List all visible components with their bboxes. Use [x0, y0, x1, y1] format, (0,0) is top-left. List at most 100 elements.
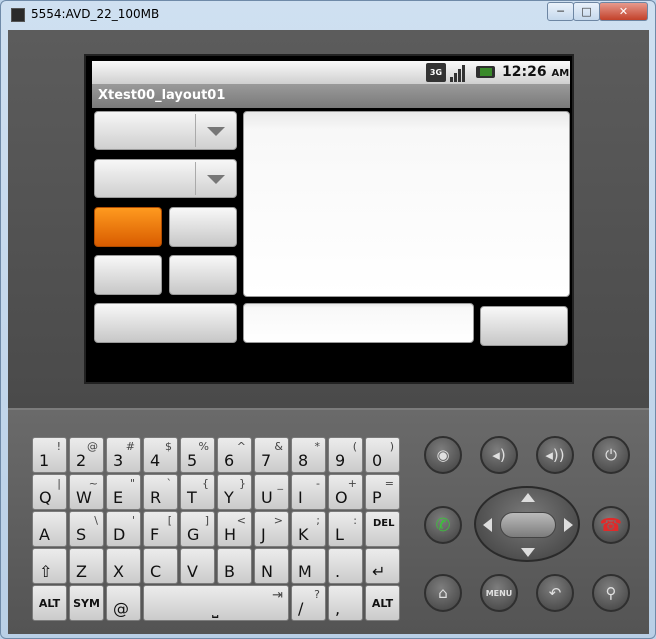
key-row3-4[interactable]: G] [180, 511, 215, 547]
key-row2-6[interactable]: U _ [254, 474, 289, 510]
key-row1-8[interactable]: 9( [328, 437, 363, 473]
key-row1-1[interactable]: 2 @ [69, 437, 104, 473]
key-row4-1[interactable]: Z [69, 548, 104, 584]
dropdown-arrow-icon [207, 175, 225, 184]
key-row3-9[interactable]: DEL [365, 511, 400, 547]
button-4[interactable] [169, 255, 237, 295]
dpad[interactable] [474, 486, 580, 562]
device-screen-area: 3G 12:26 AM Xtest00_layout01 [8, 30, 649, 408]
back-button[interactable]: ↶ [536, 574, 574, 612]
dpad-up-icon[interactable] [521, 493, 535, 502]
key-main-label: B [224, 562, 235, 581]
key-row2-7[interactable]: I- [291, 474, 326, 510]
key-alt-label: $ [165, 440, 172, 453]
multiline-text-field[interactable] [243, 111, 570, 297]
call-button[interactable]: ✆ [424, 506, 462, 544]
app-content [92, 108, 570, 380]
key-row4-6[interactable]: N [254, 548, 289, 584]
camera-button[interactable]: ◉ [424, 436, 462, 474]
comma-key-label: , [335, 599, 341, 618]
key-main-label: D [113, 525, 126, 544]
key-row3-1[interactable]: S \ [69, 511, 104, 547]
key-row3-0[interactable]: A [32, 511, 67, 547]
key-row3-5[interactable]: H < [217, 511, 252, 547]
menu-button[interactable]: MENU [480, 574, 518, 612]
space-key[interactable]: ⎵ ⇥ [143, 585, 289, 621]
button-3[interactable] [94, 255, 162, 295]
key-alt-label: @ [87, 440, 98, 453]
status-bar: 3G 12:26 AM [92, 61, 570, 84]
key-alt-label: ~ [88, 477, 98, 490]
dpad-center-button[interactable] [500, 512, 556, 538]
dpad-left-icon[interactable] [483, 518, 492, 532]
key-row3-8[interactable]: L: [328, 511, 363, 547]
key-row3-6[interactable]: J > [254, 511, 289, 547]
key-row2-5[interactable]: Y} [217, 474, 252, 510]
key-row4-0[interactable]: ⇧ [32, 548, 67, 584]
close-button[interactable]: ✕ [599, 2, 648, 21]
key-row3-2[interactable]: D ' [106, 511, 141, 547]
slash-key[interactable]: /? [291, 585, 326, 621]
text-input[interactable] [243, 303, 474, 343]
button-focused[interactable] [94, 207, 162, 247]
key-row2-2[interactable]: E " [106, 474, 141, 510]
key-row4-8[interactable]: . [328, 548, 363, 584]
search-button[interactable]: ⚲ [592, 574, 630, 612]
key-row2-4[interactable]: T{ [180, 474, 215, 510]
key-alt-label: ! [56, 440, 61, 453]
key-row4-9[interactable]: ↵ [365, 548, 400, 584]
key-row1-6[interactable]: 7 & [254, 437, 289, 473]
sym-key[interactable]: SYM [69, 585, 104, 621]
menu-label: MENU [485, 588, 513, 598]
volume-up-button[interactable]: ◂)) [536, 436, 574, 474]
key-row4-5[interactable]: B [217, 548, 252, 584]
alt-right-key-label: ALT [371, 597, 394, 610]
end-call-icon: ☎ [599, 514, 623, 536]
key-row2-3[interactable]: R ` [143, 474, 178, 510]
key-row4-3[interactable]: C [143, 548, 178, 584]
power-button[interactable]: ⏻ [592, 436, 630, 474]
maximize-button[interactable]: □ [573, 2, 600, 21]
key-row1-2[interactable]: 3 # [106, 437, 141, 473]
volume-down-icon: ◂) [492, 446, 506, 464]
key-alt-label: + [347, 477, 357, 490]
at-key[interactable]: @ [106, 585, 141, 621]
spinner-1[interactable] [94, 111, 237, 150]
key-row1-4[interactable]: 5% [180, 437, 215, 473]
comma-key[interactable]: , [328, 585, 363, 621]
key-row1-0[interactable]: 1! [32, 437, 67, 473]
key-row2-1[interactable]: W ~ [69, 474, 104, 510]
key-row4-4[interactable]: V [180, 548, 215, 584]
app-title: Xtest00_layout01 [98, 88, 226, 103]
key-row2-0[interactable]: Q | [32, 474, 67, 510]
minimize-button[interactable]: ─ [547, 2, 574, 21]
key-row4-7[interactable]: M [291, 548, 326, 584]
home-button[interactable]: ⌂ [424, 574, 462, 612]
submit-button[interactable] [480, 306, 568, 346]
key-row1-5[interactable]: 6 ^ [217, 437, 252, 473]
volume-down-button[interactable]: ◂) [480, 436, 518, 474]
alt-left-key[interactable]: ALT [32, 585, 67, 621]
button-2[interactable] [169, 207, 237, 247]
key-row3-7[interactable]: K; [291, 511, 326, 547]
spinner-2[interactable] [94, 159, 237, 198]
call-icon: ✆ [435, 514, 451, 536]
dpad-right-icon[interactable] [564, 518, 573, 532]
dpad-down-icon[interactable] [521, 548, 535, 557]
key-row1-9[interactable]: 0) [365, 437, 400, 473]
key-row1-7[interactable]: 8 * [291, 437, 326, 473]
sym-key-label: SYM [73, 597, 100, 610]
button-wide[interactable] [94, 303, 237, 343]
key-main-label: N [261, 562, 273, 581]
key-row3-3[interactable]: F[ [143, 511, 178, 547]
key-row1-3[interactable]: 4 $ [143, 437, 178, 473]
key-row2-9[interactable]: P = [365, 474, 400, 510]
key-row2-8[interactable]: O + [328, 474, 363, 510]
key-main-label: A [39, 525, 50, 544]
key-main-label: J [261, 525, 266, 544]
key-alt-label: ^ [236, 440, 246, 453]
end-call-button[interactable]: ☎ [592, 506, 630, 544]
key-alt-label: % [198, 440, 209, 453]
alt-right-key[interactable]: ALT [365, 585, 400, 621]
key-row4-2[interactable]: X [106, 548, 141, 584]
